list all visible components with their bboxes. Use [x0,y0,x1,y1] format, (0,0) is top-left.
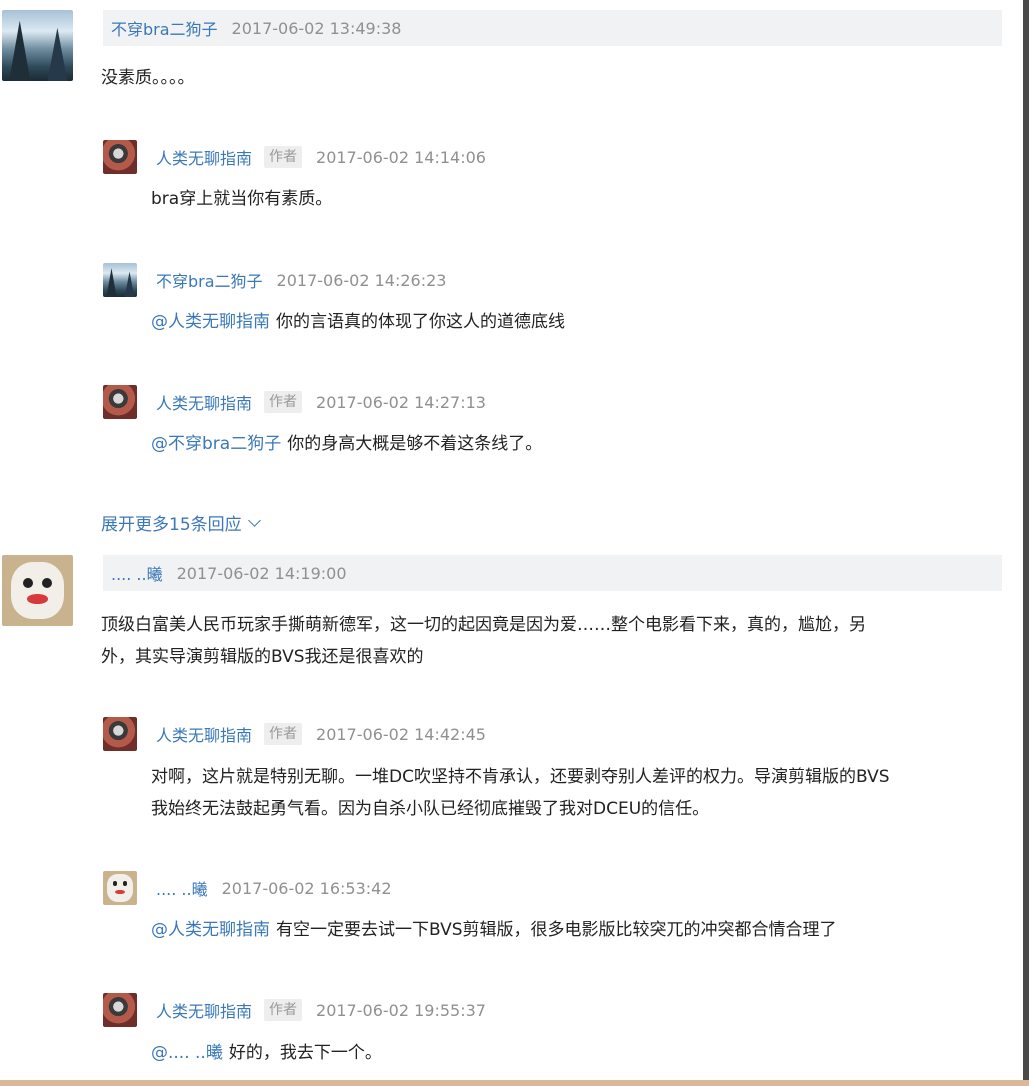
reply-timestamp: 2017-06-02 14:27:13 [316,392,486,412]
chevron-down-icon [247,514,261,527]
author-badge: 作者 [264,146,303,168]
comment-header: .... ..曦 2017-06-02 14:19:00 [103,555,1002,591]
reply-body: 你的身高大概是够不着这条线了。 [287,434,543,454]
reply-text-line: 我始终无法鼓起勇气看。因为自杀小队已经彻底摧毁了我对DCEU的信任。 [151,799,710,819]
avatar[interactable] [103,140,137,174]
window-frame-bottom [0,1080,1029,1086]
avatar[interactable] [103,263,137,297]
avatar[interactable] [103,871,137,905]
reply-username[interactable]: 不穿bra二狗子 [156,268,263,292]
mention-link[interactable]: @.... ..曦 [151,1043,223,1063]
reply-timestamp: 2017-06-02 14:26:23 [276,270,447,290]
comment-timestamp: 2017-06-02 14:19:00 [176,563,347,583]
expand-replies-link[interactable]: 展开更多15条回应 [101,510,261,535]
reply-body: 有空一定要去试一下BVS剪辑版，很多电影版比较突兀的冲突都合情合理了 [276,920,837,940]
reply-header: .... ..曦 2017-06-02 16:53:42 [150,870,392,906]
avatar[interactable] [2,555,73,626]
reply-header: 人类无聊指南 作者 2017-06-02 14:42:45 [150,716,486,752]
reply-timestamp: 2017-06-02 16:53:42 [221,878,392,898]
reply-username[interactable]: 人类无聊指南 [156,145,252,169]
reply-text: @不穿bra二狗子 你的身高大概是够不着这条线了。 [151,428,542,460]
reply-body: bra穿上就当你有素质。 [151,189,333,209]
comment-timestamp: 2017-06-02 13:49:38 [231,18,402,38]
reply-timestamp: 2017-06-02 19:55:37 [316,1000,486,1020]
window-frame-right [1023,0,1029,1086]
reply-username[interactable]: 人类无聊指南 [156,722,252,746]
mention-link[interactable]: @人类无聊指南 [151,920,270,940]
comment-username[interactable]: .... ..曦 [111,561,163,585]
reply-text-line: 对啊，这片就是特别无聊。一堆DC吹坚持不肯承认，还要剥夺别人差评的权力。导演剪辑… [151,767,890,787]
avatar[interactable] [2,10,73,81]
avatar[interactable] [103,993,137,1027]
comment-text-line: 顶级白富美人民币玩家手撕萌新德军，这一切的起因竟是因为爱……整个电影看下来，真的… [101,615,866,635]
comment-text: 没素质。。。。 [101,68,195,88]
author-badge: 作者 [264,391,303,413]
reply-username[interactable]: .... ..曦 [156,876,208,900]
reply-body: 好的，我去下一个。 [228,1043,382,1063]
reply-timestamp: 2017-06-02 14:42:45 [316,724,486,744]
comment-header: 不穿bra二狗子 2017-06-02 13:49:38 [103,10,1002,46]
reply-text: @人类无聊指南 你的言语真的体现了你这人的道德底线 [151,306,565,338]
reply-username[interactable]: 人类无聊指南 [156,390,252,414]
expand-label: 展开更多15条回应 [101,515,242,535]
reply-header: 不穿bra二狗子 2017-06-02 14:26:23 [150,262,446,298]
reply-header: 人类无聊指南 作者 2017-06-02 14:27:13 [150,384,486,420]
comment-username[interactable]: 不穿bra二狗子 [111,16,218,40]
reply-text: bra穿上就当你有素质。 [151,183,332,215]
reply-username[interactable]: 人类无聊指南 [156,998,252,1022]
mention-link[interactable]: @人类无聊指南 [151,312,270,332]
reply-header: 人类无聊指南 作者 2017-06-02 14:14:06 [150,139,486,175]
reply-text: @.... ..曦 好的，我去下一个。 [151,1037,382,1069]
reply-text: @人类无聊指南 有空一定要去试一下BVS剪辑版，很多电影版比较突兀的冲突都合情合理… [151,914,837,946]
reply-header: 人类无聊指南 作者 2017-06-02 19:55:37 [150,992,486,1028]
comment-text-line: 外，其实导演剪辑版的BVS我还是很喜欢的 [101,647,424,667]
mention-link[interactable]: @不穿bra二狗子 [151,434,281,454]
comment-text: 顶级白富美人民币玩家手撕萌新德军，这一切的起因竟是因为爱……整个电影看下来，真的… [101,609,991,673]
reply-body: 你的言语真的体现了你这人的道德底线 [276,312,565,332]
reply-text: 对啊，这片就是特别无聊。一堆DC吹坚持不肯承认，还要剥夺别人差评的权力。导演剪辑… [151,761,996,825]
author-badge: 作者 [264,999,303,1021]
avatar[interactable] [103,385,137,419]
author-badge: 作者 [264,723,303,745]
avatar[interactable] [103,717,137,751]
reply-timestamp: 2017-06-02 14:14:06 [316,147,486,167]
